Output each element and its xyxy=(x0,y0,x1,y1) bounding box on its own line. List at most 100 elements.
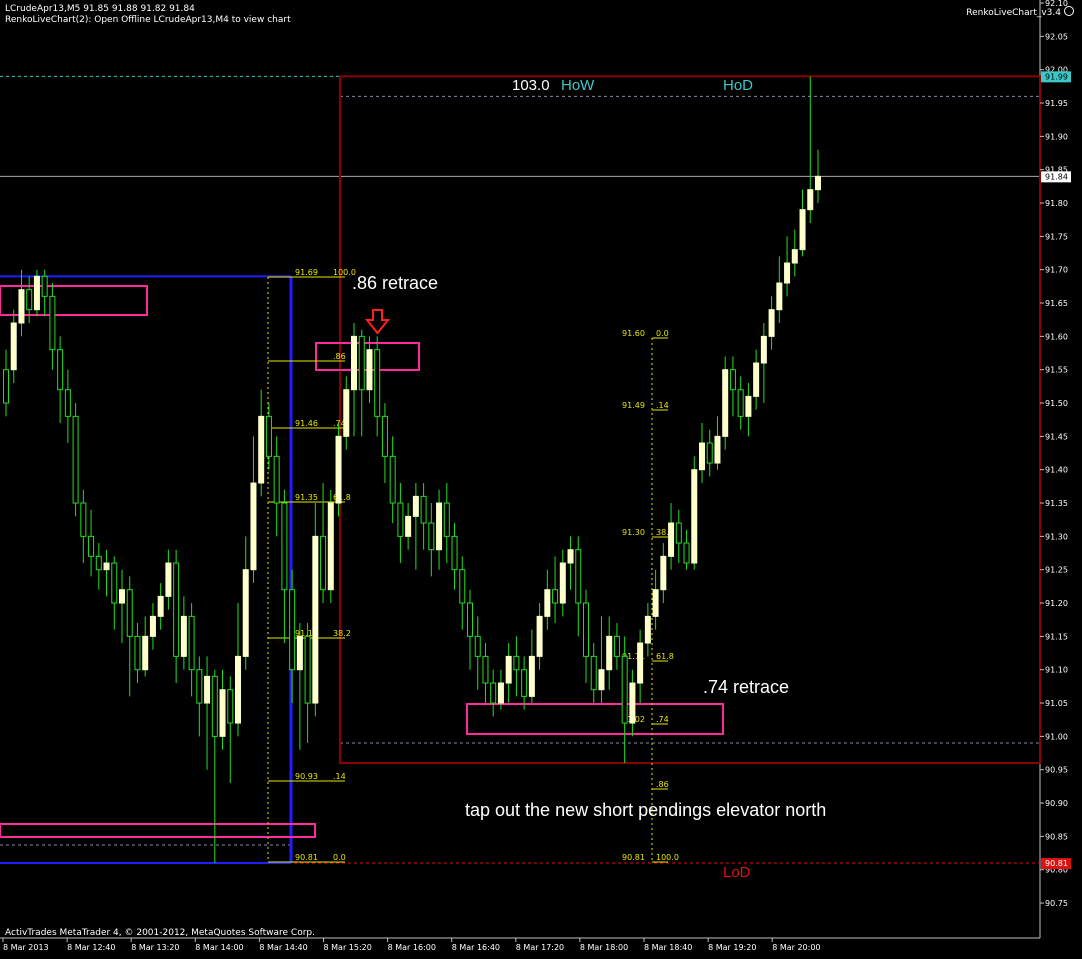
candle-body xyxy=(211,675,218,737)
candle-body xyxy=(389,455,396,504)
candle-body xyxy=(544,589,551,617)
candle xyxy=(173,549,180,684)
candle xyxy=(103,549,110,597)
candle xyxy=(745,383,752,437)
candle-body xyxy=(72,415,79,504)
time-axis: 8 Mar 2013 8 Mar 12:40 8 Mar 13:20 8 Mar 14… xyxy=(2,938,821,952)
candle xyxy=(575,536,582,637)
candle-body xyxy=(482,655,489,684)
candle xyxy=(180,596,187,670)
candle xyxy=(544,569,551,630)
candle xyxy=(660,543,667,604)
smiley-icon xyxy=(1064,6,1074,16)
candle-body xyxy=(242,569,249,657)
candle xyxy=(88,509,95,577)
candle xyxy=(606,616,613,690)
candle-body xyxy=(760,335,767,364)
candle xyxy=(691,456,698,570)
candle-body xyxy=(304,635,311,704)
candle-body xyxy=(753,362,760,397)
candle xyxy=(250,436,257,584)
time-tick-label: 8 Mar 20:00 xyxy=(772,943,820,952)
candle xyxy=(807,76,814,224)
candle-body xyxy=(521,669,528,697)
candle xyxy=(536,603,543,670)
candle-body xyxy=(420,495,427,524)
candle xyxy=(528,629,535,704)
candle-body xyxy=(552,589,559,604)
candle xyxy=(459,556,466,630)
fib-left-pct: 38.2 xyxy=(333,629,351,638)
chart-overlays: 91.69 100.0.8691.46.7491.35 61.891.15 38.29… xyxy=(0,0,1041,939)
symbol-ohlc-line: LCrudeApr13,M5 91.85 91.88 91.82 91.84 xyxy=(5,4,195,14)
candle-body xyxy=(296,635,303,671)
candle xyxy=(57,336,64,424)
candle xyxy=(134,623,141,684)
candle xyxy=(405,503,412,550)
time-tick-label: 8 Mar 18:00 xyxy=(580,943,628,952)
candle-body xyxy=(737,389,744,417)
time-tick-label: 8 Mar 16:00 xyxy=(388,943,436,952)
price-tick-label: 91.75 xyxy=(1045,232,1068,241)
time-tick-label: 8 Mar 14:40 xyxy=(259,943,307,952)
candle-body xyxy=(768,309,775,337)
candle-body xyxy=(381,415,388,457)
candle-body xyxy=(807,189,814,211)
candle-body xyxy=(606,635,613,671)
candle-body xyxy=(165,562,172,597)
price-axis: 92.1092.0592.0091.9591.9091.8591.8091.75… xyxy=(1040,0,1071,908)
candle xyxy=(204,656,211,770)
candle-body xyxy=(428,522,435,551)
how-label: HoW xyxy=(561,77,595,94)
price-tick-label: 91.05 xyxy=(1045,699,1068,708)
indicator-name: RenkoLiveChart_v3.4 xyxy=(966,8,1061,18)
candle xyxy=(443,483,450,564)
candle-body xyxy=(265,415,272,457)
candle xyxy=(142,616,149,677)
candle xyxy=(482,643,489,704)
candle-body xyxy=(327,502,334,591)
candle-body xyxy=(675,522,682,544)
red-down-arrow-icon xyxy=(364,309,391,335)
candle xyxy=(312,503,319,717)
price-tick-label: 91.35 xyxy=(1045,499,1068,508)
candle xyxy=(126,576,133,697)
candle xyxy=(18,269,25,337)
candle xyxy=(436,489,443,570)
candle xyxy=(111,556,118,630)
candle xyxy=(675,509,682,564)
candle xyxy=(784,236,791,297)
fib-right-pct: .86 xyxy=(656,780,669,789)
candle xyxy=(273,436,280,537)
candle xyxy=(242,536,249,670)
candle xyxy=(559,549,566,617)
fib-right-pct: 0.0 xyxy=(656,329,669,338)
candle-body xyxy=(149,615,156,637)
candle-body xyxy=(358,335,365,391)
candle xyxy=(521,656,528,710)
hod-label: HoD xyxy=(723,77,754,94)
candle xyxy=(26,276,33,324)
price-tick-label: 91.65 xyxy=(1045,299,1068,308)
candle xyxy=(296,623,303,750)
fib-left-price: 90.81 xyxy=(295,853,318,862)
candle xyxy=(652,569,659,630)
candle-body xyxy=(219,689,226,737)
candle-body xyxy=(119,589,125,604)
fib-left-price: 90.93 xyxy=(295,772,318,781)
candle-body xyxy=(443,502,450,537)
candle xyxy=(412,483,419,570)
fib-left-pct: 0.0 xyxy=(333,853,346,862)
candle-body xyxy=(575,549,582,604)
candle xyxy=(366,336,373,404)
price-tick-label: 90.90 xyxy=(1045,799,1068,808)
candle-body xyxy=(513,655,520,671)
candle xyxy=(753,349,760,410)
candle xyxy=(211,669,218,864)
candle-body xyxy=(335,435,342,504)
price-tick-label: 91.30 xyxy=(1045,532,1068,541)
candle-body xyxy=(26,289,33,311)
time-tick-label: 8 Mar 16:40 xyxy=(452,943,500,952)
pink-box-74-retrace xyxy=(466,703,724,735)
candle xyxy=(10,309,17,384)
